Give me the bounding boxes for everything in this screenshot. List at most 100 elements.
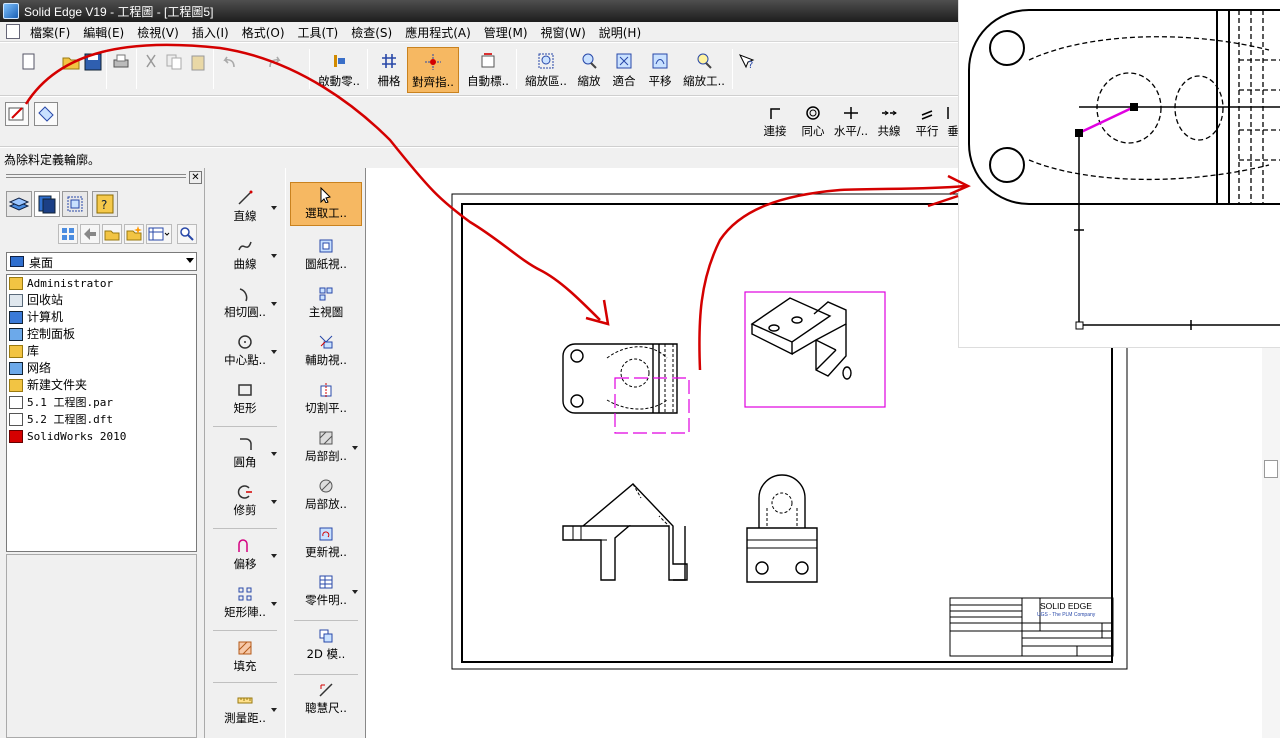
- curve-tool[interactable]: 曲線: [209, 234, 281, 278]
- zoom-tool-button[interactable]: 縮放工..: [680, 47, 728, 93]
- menu-format[interactable]: 格式(O): [242, 24, 285, 41]
- print-icon[interactable]: [112, 53, 130, 71]
- layers-tab[interactable]: [6, 191, 32, 217]
- sketch-palette: 直線 曲線 相切圓.. 中心點.. 矩形 圓角 修剪 偏移 矩形陣.. 填充 測…: [205, 168, 285, 738]
- menu-tools[interactable]: 工具(T): [298, 24, 339, 41]
- new-file-icon[interactable]: [20, 53, 38, 71]
- menu-window[interactable]: 視窗(W): [541, 24, 586, 41]
- zoom-area-button[interactable]: 縮放區..: [522, 47, 570, 93]
- paste-icon[interactable]: [189, 53, 207, 71]
- smart-dimension-tool[interactable]: 聰慧尺..: [290, 678, 362, 722]
- rectangle-tool[interactable]: 矩形: [209, 378, 281, 422]
- menu-inspect[interactable]: 檢查(S): [351, 24, 392, 41]
- fillet-tool[interactable]: 圓角: [209, 432, 281, 476]
- menu-help[interactable]: 說明(H): [599, 24, 641, 41]
- zoom-area-icon: [538, 53, 554, 69]
- measure-distance-tool[interactable]: 測量距..: [209, 688, 281, 732]
- new-folder-button[interactable]: [124, 224, 144, 244]
- up-folder-icon: [104, 230, 120, 241]
- menu-file[interactable]: 檔案(F): [30, 24, 70, 41]
- pane-grip[interactable]: [6, 174, 186, 178]
- draw-in-view-button[interactable]: [5, 102, 29, 126]
- select-tool[interactable]: 選取工..: [290, 182, 362, 226]
- center-point-circle-tool[interactable]: 中心點..: [209, 330, 281, 374]
- libraries-icon: [9, 345, 23, 358]
- pan-button[interactable]: 平移: [644, 47, 676, 93]
- horizontal-vertical-relation-button[interactable]: 水平/..: [832, 97, 870, 147]
- menu-insert[interactable]: 插入(I): [192, 24, 229, 41]
- list-item[interactable]: 5.1 工程图.par: [7, 394, 196, 411]
- grid-button[interactable]: 柵格: [373, 47, 405, 93]
- parallel-relation-button[interactable]: 平行: [908, 97, 946, 147]
- library-icon: [38, 195, 56, 214]
- document-icon[interactable]: [6, 24, 20, 39]
- scrollbar-thumb[interactable]: [1264, 460, 1278, 478]
- search-button[interactable]: [177, 224, 197, 244]
- open-folder-icon[interactable]: [62, 53, 80, 71]
- view-mode-button[interactable]: [58, 224, 78, 244]
- menu-edit[interactable]: 編輯(E): [83, 24, 124, 41]
- section-view-tool[interactable]: 局部剖..: [290, 426, 362, 470]
- list-item[interactable]: 计算机: [7, 309, 196, 326]
- copy-icon[interactable]: [165, 53, 183, 71]
- draft-file-icon: [9, 413, 23, 426]
- collinear-icon: [882, 110, 897, 116]
- list-item[interactable]: 回收站: [7, 292, 196, 309]
- cut-icon[interactable]: [142, 53, 160, 71]
- list-item[interactable]: Administrator: [7, 275, 196, 292]
- zoom-button[interactable]: 縮放: [574, 47, 604, 93]
- help-tab[interactable]: ?: [92, 191, 118, 217]
- back-button[interactable]: [80, 224, 100, 244]
- 2d-model-view-tool[interactable]: 2D 模..: [290, 624, 362, 668]
- list-item[interactable]: 新建文件夹: [7, 377, 196, 394]
- smart-dimension-icon: [319, 683, 333, 697]
- list-item[interactable]: 网络: [7, 360, 196, 377]
- pane-close-button[interactable]: ✕: [189, 171, 202, 184]
- concentric-relation-button[interactable]: 同心: [794, 97, 832, 147]
- collinear-relation-button[interactable]: 共線: [870, 97, 908, 147]
- menu-view[interactable]: 檢視(V): [137, 24, 179, 41]
- activate-part-button[interactable]: 啟動零..: [315, 47, 363, 93]
- alignment-indicator-button[interactable]: 對齊指..: [407, 47, 459, 93]
- auto-dimension-button[interactable]: 自動標..: [463, 47, 513, 93]
- line-tool[interactable]: 直線: [209, 186, 281, 230]
- views-menu-button[interactable]: [146, 224, 172, 244]
- auxiliary-view-tool[interactable]: 輔助視..: [290, 330, 362, 374]
- 2d-model-icon: [319, 629, 333, 643]
- drawing-view-wizard-tool[interactable]: 圖紙視..: [290, 234, 362, 278]
- trim-tool[interactable]: 修剪: [209, 480, 281, 524]
- chevron-down-icon: [352, 446, 358, 450]
- list-item[interactable]: 库: [7, 343, 196, 360]
- fill-tool[interactable]: 填充: [209, 636, 281, 680]
- principal-view-icon: [319, 287, 333, 301]
- library-tab[interactable]: [34, 191, 60, 217]
- up-folder-button[interactable]: [102, 224, 122, 244]
- folder-dropdown[interactable]: 桌面: [6, 252, 197, 271]
- list-item[interactable]: SolidWorks 2010: [7, 428, 196, 445]
- update-views-tool[interactable]: 更新視..: [290, 522, 362, 566]
- solid-edge-app-icon: [3, 3, 19, 19]
- menu-applications[interactable]: 應用程式(A): [405, 24, 471, 41]
- list-item[interactable]: 控制面板: [7, 326, 196, 343]
- connect-relation-button[interactable]: 連接: [756, 97, 794, 147]
- offset-tool[interactable]: 偏移: [209, 534, 281, 578]
- context-help-icon[interactable]: ?: [738, 53, 756, 71]
- list-item[interactable]: 5.2 工程图.dft: [7, 411, 196, 428]
- views-tab[interactable]: [62, 191, 88, 217]
- menu-manage[interactable]: 管理(M): [484, 24, 528, 41]
- cutting-plane-tool[interactable]: 切割平..: [290, 378, 362, 422]
- save-icon[interactable]: [84, 53, 102, 71]
- rectangular-pattern-tool[interactable]: 矩形陣..: [209, 582, 281, 626]
- user-folder-icon: [9, 277, 23, 290]
- menu-bar: 檔案(F) 編輯(E) 檢視(V) 插入(I) 格式(O) 工具(T) 檢查(S…: [0, 22, 958, 42]
- redo-icon[interactable]: [266, 53, 284, 71]
- undo-icon[interactable]: [220, 53, 238, 71]
- vertical-scrollbar[interactable]: [1262, 348, 1280, 738]
- fit-button[interactable]: 適合: [608, 47, 640, 93]
- detail-view-tool[interactable]: 局部放..: [290, 474, 362, 518]
- alignment-indicator-icon: [425, 54, 441, 70]
- principal-view-tool[interactable]: 主視圖: [290, 282, 362, 326]
- select-view-button[interactable]: [34, 102, 58, 126]
- parts-list-tool[interactable]: 零件明..: [290, 570, 362, 614]
- tangent-arc-tool[interactable]: 相切圓..: [209, 282, 281, 326]
